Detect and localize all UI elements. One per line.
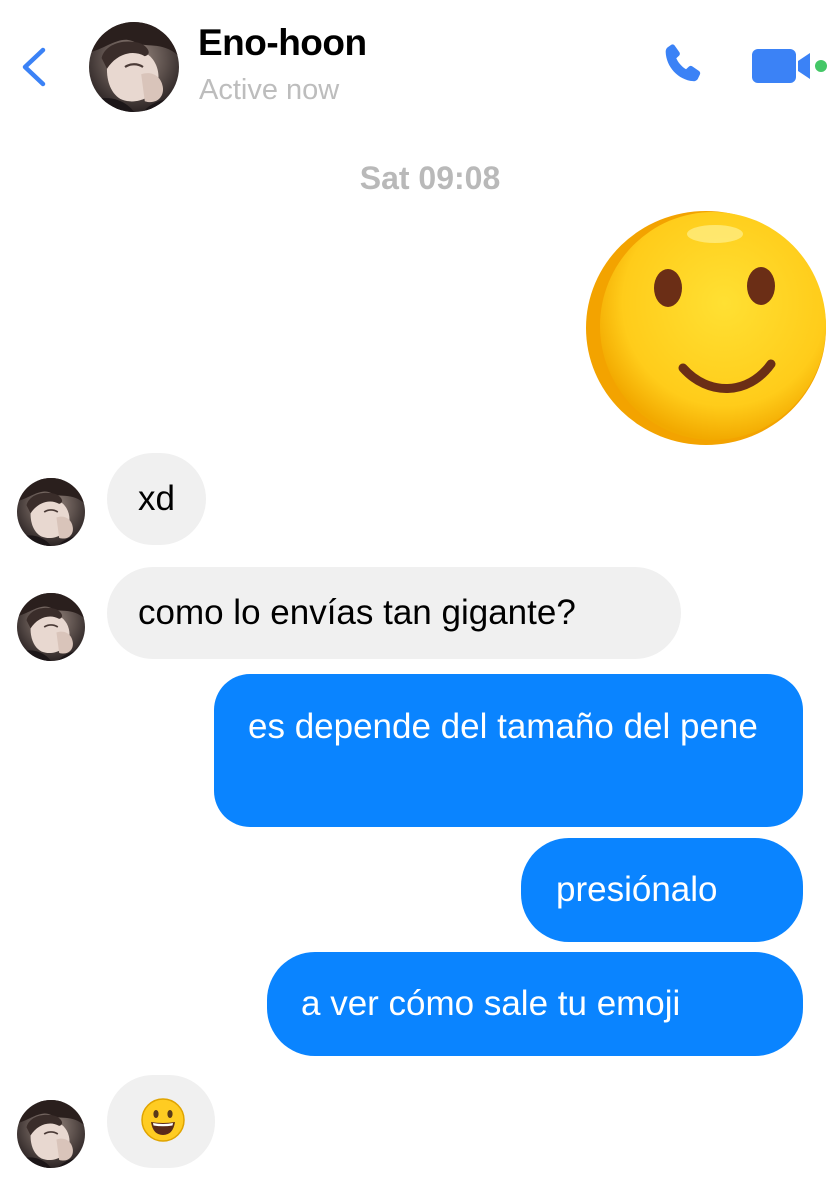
sender-avatar[interactable]	[17, 593, 85, 661]
message-text: como lo envías tan gigante?	[138, 593, 576, 632]
chat-header: Eno-hoon Active now	[0, 0, 839, 130]
avatar-image	[17, 593, 85, 661]
message-bubble-outgoing[interactable]: a ver cómo sale tu emoji	[267, 952, 803, 1056]
avatar-image	[89, 22, 179, 112]
voice-call-button[interactable]	[656, 40, 710, 92]
contact-status: Active now	[199, 74, 340, 106]
message-timestamp: Sat 09:08	[359, 160, 501, 196]
video-call-button[interactable]	[748, 46, 832, 86]
phone-icon	[665, 44, 701, 82]
message-text: xd	[138, 479, 175, 518]
message-bubble-outgoing[interactable]: presiónalo	[521, 838, 803, 942]
message-bubble-incoming[interactable]: como lo envías tan gigante?	[107, 567, 681, 659]
video-camera-icon	[752, 49, 827, 83]
large-emoji-message[interactable]	[583, 208, 829, 448]
sender-avatar[interactable]	[17, 478, 85, 546]
slightly-smiling-face-emoji-icon	[586, 211, 826, 445]
contact-name[interactable]: Eno-hoon	[198, 22, 367, 64]
message-bubble-outgoing[interactable]: es depende del tamaño del pene	[214, 674, 803, 827]
contact-avatar[interactable]	[89, 22, 179, 112]
chevron-left-icon	[22, 47, 46, 87]
message-text: a ver cómo sale tu emoji	[301, 984, 681, 1023]
back-button[interactable]	[14, 42, 54, 92]
smiling-face-with-open-mouth-emoji-icon	[140, 1097, 186, 1143]
message-bubble-incoming[interactable]: xd	[107, 453, 206, 545]
sender-avatar[interactable]	[17, 1100, 85, 1168]
message-text: presiónalo	[556, 870, 718, 909]
message-text: es depende del tamaño del pene	[248, 707, 758, 746]
avatar-image	[17, 478, 85, 546]
avatar-image	[17, 1100, 85, 1168]
